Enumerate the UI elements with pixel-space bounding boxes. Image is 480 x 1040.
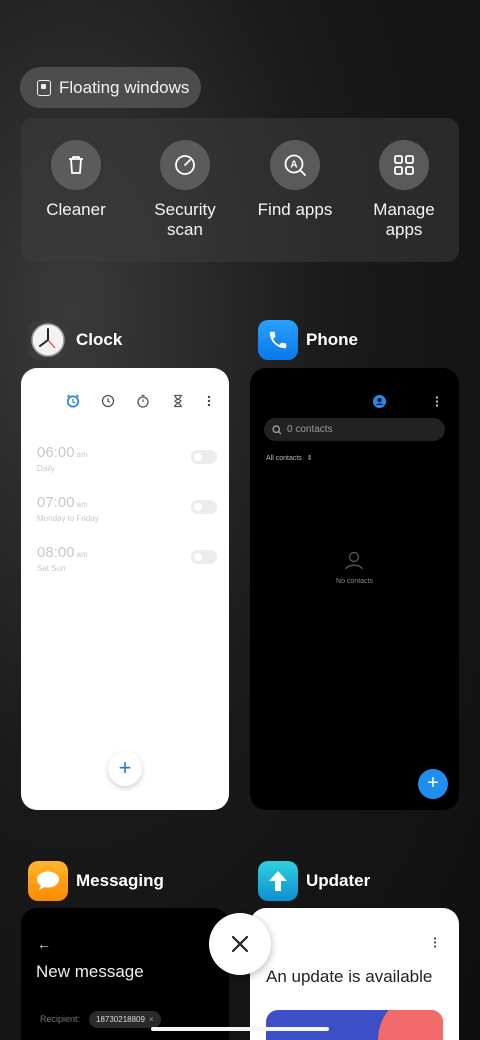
- new-message-title: New message: [36, 962, 144, 981]
- close-icon: [231, 935, 249, 953]
- contacts-search-input[interactable]: 0 contacts: [264, 418, 445, 441]
- updater-app-card[interactable]: An update is available: [250, 908, 459, 1040]
- manage-apps-label: Manage apps: [373, 200, 435, 239]
- add-alarm-button[interactable]: +: [108, 752, 142, 786]
- updater-more-icon[interactable]: [430, 936, 440, 954]
- messaging-app-header[interactable]: Messaging: [28, 861, 164, 901]
- home-indicator[interactable]: [151, 1027, 329, 1031]
- alarm-ampm: am: [76, 550, 88, 559]
- recipient-label: Recipient:: [40, 1014, 81, 1024]
- alarm-time: 08:00: [37, 544, 75, 561]
- update-available-title: An update is available: [266, 967, 433, 986]
- stopwatch-tab-icon[interactable]: [136, 394, 150, 408]
- alarm-repeat: Sat Sun: [37, 564, 66, 573]
- find-apps-button[interactable]: A Find apps: [240, 140, 350, 220]
- security-scan-button[interactable]: Security scan: [130, 140, 240, 240]
- grid-icon: [379, 140, 429, 190]
- contacts-tab-icon[interactable]: [373, 395, 386, 413]
- empty-contacts-icon: [344, 550, 364, 575]
- updater-app-name: Updater: [306, 871, 371, 890]
- alarm-ampm: am: [76, 450, 88, 459]
- update-banner-image: [266, 1010, 443, 1040]
- cleaner-label: Cleaner: [46, 200, 106, 219]
- phone-app-name: Phone: [306, 330, 358, 349]
- alarm-repeat: Monday to Friday: [37, 514, 99, 523]
- find-apps-label: Find apps: [257, 200, 333, 219]
- phone-more-icon[interactable]: [432, 395, 442, 413]
- contacts-filter-dropdown[interactable]: All contacts ⇕: [266, 454, 313, 463]
- floating-window-icon: [37, 79, 51, 96]
- alarm-time: 06:00: [37, 444, 75, 461]
- trash-icon: [51, 140, 101, 190]
- clock-app-icon: [28, 320, 68, 360]
- clock-tab-icon[interactable]: [101, 394, 115, 408]
- quick-tools-panel: Cleaner Security scan A Find apps Manage…: [21, 118, 459, 262]
- alarm-item[interactable]: 07:00 am Monday to Friday: [37, 494, 217, 523]
- alarm-time: 07:00: [37, 494, 75, 511]
- contacts-search-placeholder: 0 contacts: [287, 424, 333, 435]
- add-contact-button[interactable]: +: [418, 769, 448, 799]
- recipient-chip[interactable]: 18730218809 ×: [89, 1011, 161, 1028]
- floating-windows-button[interactable]: Floating windows: [20, 67, 201, 108]
- clock-app-name: Clock: [76, 330, 123, 349]
- floating-windows-label: Floating windows: [59, 77, 190, 97]
- alarm-toggle[interactable]: [191, 550, 217, 564]
- phone-app-icon: [258, 320, 298, 360]
- clock-app-card[interactable]: 06:00 am Daily 07:00 am Monday to Friday 0…: [21, 368, 229, 810]
- security-scan-icon: [160, 140, 210, 190]
- alarm-item[interactable]: 08:00 am Sat Sun: [37, 544, 217, 573]
- phone-app-header[interactable]: Phone: [258, 320, 358, 360]
- alarm-item[interactable]: 06:00 am Daily: [37, 444, 217, 473]
- security-scan-label: Security scan: [154, 200, 216, 239]
- search-icon: [272, 424, 282, 434]
- back-arrow-icon[interactable]: ←: [37, 936, 51, 952]
- messaging-app-name: Messaging: [76, 871, 164, 890]
- contacts-filter-label: All contacts: [266, 454, 302, 462]
- messaging-app-icon: [28, 861, 68, 901]
- timer-tab-icon[interactable]: [171, 394, 185, 408]
- messaging-app-card[interactable]: ← New message Recipient: 18730218809 ×: [21, 908, 229, 1040]
- find-apps-icon: A: [270, 140, 320, 190]
- clock-more-icon[interactable]: [202, 394, 216, 408]
- alarm-tab-icon[interactable]: [66, 394, 80, 408]
- remove-recipient-icon[interactable]: ×: [149, 1015, 154, 1024]
- phone-app-card[interactable]: 0 contacts All contacts ⇕ No contacts +: [250, 368, 459, 810]
- close-all-button[interactable]: [209, 913, 271, 975]
- updater-app-icon: [258, 861, 298, 901]
- alarm-toggle[interactable]: [191, 450, 217, 464]
- alarm-toggle[interactable]: [191, 500, 217, 514]
- manage-apps-button[interactable]: Manage apps: [349, 140, 459, 240]
- svg-text:A: A: [290, 160, 297, 171]
- empty-contacts-text: No contacts: [336, 578, 373, 585]
- cleaner-button[interactable]: Cleaner: [21, 140, 131, 220]
- recipient-number: 18730218809: [96, 1015, 145, 1024]
- clock-app-header[interactable]: Clock: [28, 320, 122, 360]
- chevron-updown-icon: ⇕: [306, 455, 313, 462]
- alarm-ampm: am: [76, 500, 88, 509]
- alarm-repeat: Daily: [37, 464, 55, 473]
- updater-app-header[interactable]: Updater: [258, 861, 370, 901]
